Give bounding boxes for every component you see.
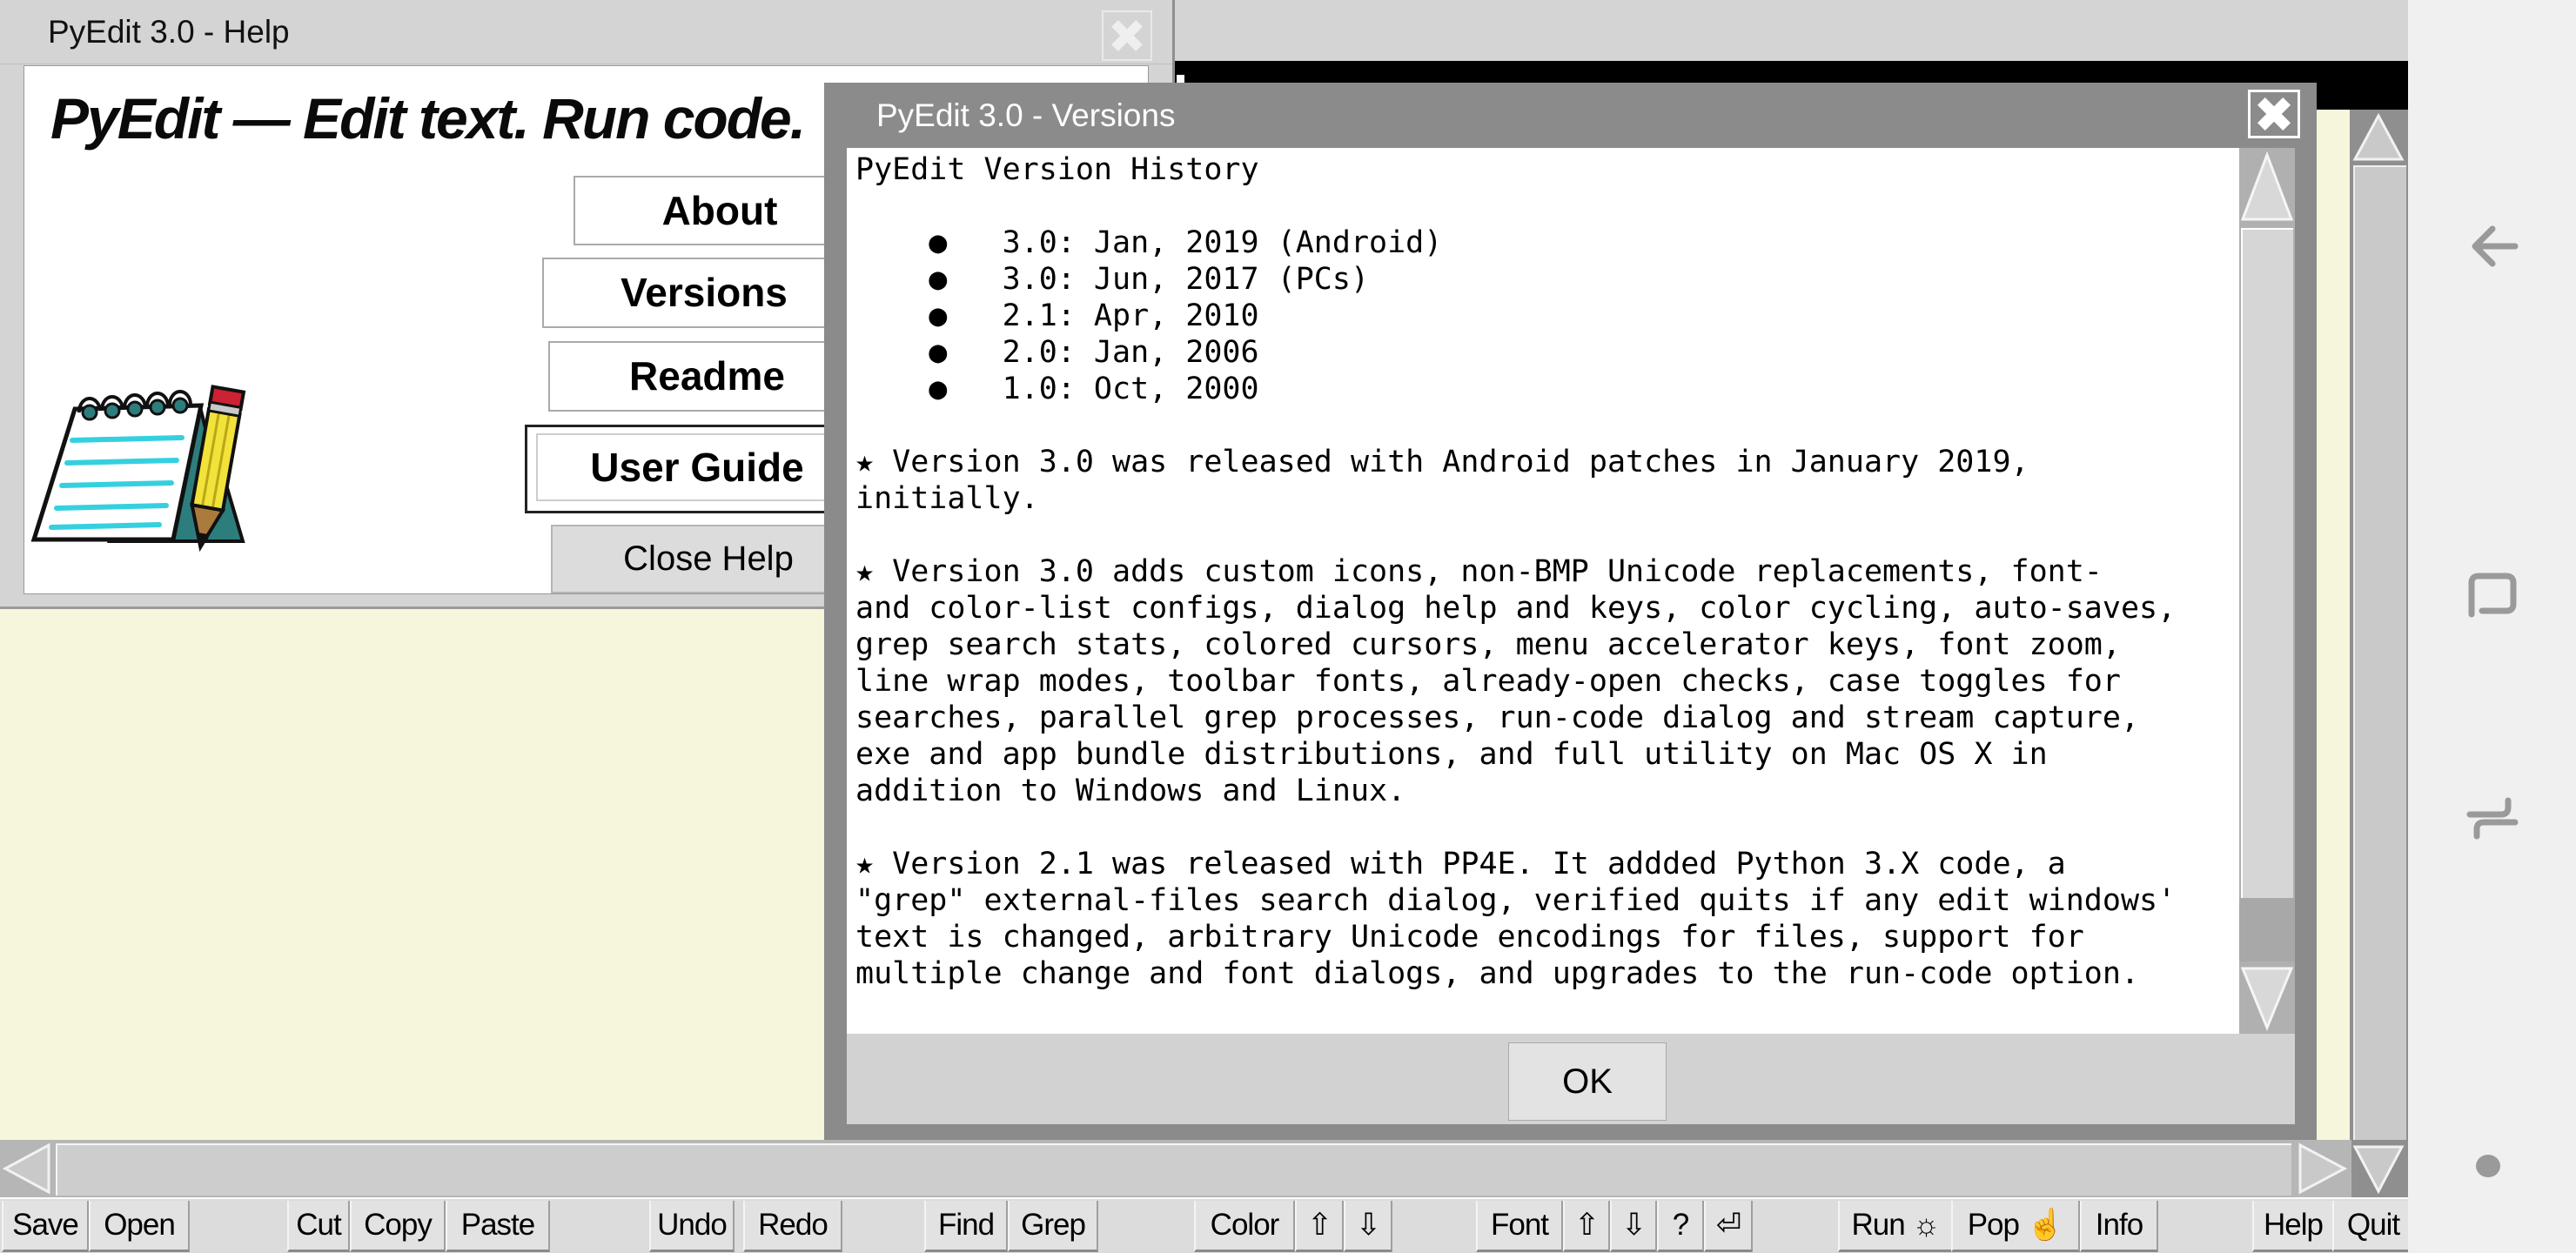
pointing-hand-icon: ☝ <box>2027 1208 2064 1242</box>
close-help-button[interactable]: Close Help <box>551 525 866 593</box>
main-horizontal-scrollbar-thumb[interactable] <box>56 1143 2291 1196</box>
font-help-button[interactable]: ? <box>1657 1201 1704 1252</box>
return-key-icon[interactable]: ⏎ <box>1704 1201 1753 1252</box>
about-button[interactable]: About <box>574 176 866 245</box>
android-screen: Save Open Cut Copy Paste Undo Redo Find … <box>0 0 2576 1253</box>
toolbar-run-button[interactable]: Run ☼ <box>1838 1201 1953 1252</box>
toolbar-paste-button[interactable]: Paste <box>446 1201 550 1252</box>
user-guide-focus-frame: User Guide <box>525 425 869 513</box>
background-window-top-strip <box>1172 0 2408 61</box>
color-up-arrow-icon[interactable]: ⇧ <box>1295 1201 1344 1252</box>
font-up-arrow-icon[interactable]: ⇧ <box>1563 1201 1610 1252</box>
toolbar-undo-button[interactable]: Undo <box>649 1201 735 1252</box>
versions-close-icon[interactable] <box>2248 90 2300 138</box>
keyboard-switch-icon[interactable] <box>2461 792 2524 844</box>
back-arrow-icon[interactable] <box>2463 218 2524 275</box>
versions-text-area: PyEdit Version History ● 3.0: Jan, 2019 … <box>847 148 2295 1034</box>
dialog-scroll-down-arrow-icon[interactable] <box>2239 962 2295 1033</box>
toolbar-redo-button[interactable]: Redo <box>743 1201 842 1252</box>
help-window-title: PyEdit 3.0 - Help <box>48 0 290 64</box>
help-close-icon[interactable] <box>1102 10 1152 61</box>
nav-dot-icon[interactable] <box>2475 1154 2501 1178</box>
toolbar-find-button[interactable]: Find <box>924 1201 1008 1252</box>
toolbar-color-button[interactable]: Color <box>1194 1201 1295 1252</box>
toolbar-help-button[interactable]: Help <box>2252 1201 2334 1252</box>
versions-dialog-title: PyEdit 3.0 - Versions <box>876 83 1175 148</box>
bottom-toolbar: Save Open Cut Copy Paste Undo Redo Find … <box>0 1197 2412 1253</box>
toolbar-save-button[interactable]: Save <box>2 1201 89 1252</box>
toolbar-cut-button[interactable]: Cut <box>287 1201 350 1252</box>
scroll-down-arrow-icon[interactable] <box>2351 1142 2406 1196</box>
versions-text: PyEdit Version History ● 3.0: Jan, 2019 … <box>855 151 2239 992</box>
ok-button[interactable]: OK <box>1508 1042 1667 1121</box>
toolbar-copy-button[interactable]: Copy <box>350 1201 446 1252</box>
toolbar-pop-button[interactable]: Pop ☝ <box>1951 1201 2080 1252</box>
notepad-pencil-icon <box>27 378 253 565</box>
user-guide-button[interactable]: User Guide <box>536 433 858 501</box>
toolbar-font-button[interactable]: Font <box>1476 1201 1563 1252</box>
dialog-vertical-scrollbar[interactable] <box>2239 148 2295 1034</box>
pop-label: Pop <box>1968 1208 2019 1242</box>
toolbar-grep-button[interactable]: Grep <box>1008 1201 1098 1252</box>
gear-icon: ☼ <box>1912 1208 1939 1242</box>
scroll-left-arrow-icon[interactable] <box>0 1142 54 1196</box>
main-vertical-scrollbar-thumb[interactable] <box>2353 165 2406 1140</box>
color-down-arrow-icon[interactable]: ⇩ <box>1344 1201 1392 1252</box>
versions-button[interactable]: Versions <box>542 258 866 328</box>
font-down-arrow-icon[interactable]: ⇩ <box>1610 1201 1657 1252</box>
android-nav-bar <box>2408 0 2576 1253</box>
dialog-scrollbar-trough[interactable] <box>2239 898 2295 962</box>
toolbar-quit-button[interactable]: Quit <box>2332 1201 2414 1252</box>
recents-rect-icon[interactable] <box>2461 569 2524 618</box>
toolbar-info-button[interactable]: Info <box>2080 1201 2158 1252</box>
run-label: Run <box>1851 1208 1904 1242</box>
scroll-right-arrow-icon[interactable] <box>2294 1142 2350 1196</box>
dialog-scroll-up-arrow-icon[interactable] <box>2239 148 2295 226</box>
scroll-up-arrow-icon[interactable] <box>2351 111 2406 164</box>
toolbar-open-button[interactable]: Open <box>89 1201 190 1252</box>
readme-button[interactable]: Readme <box>548 341 866 412</box>
dialog-scrollbar-thumb[interactable] <box>2241 228 2293 898</box>
help-window-titlebar[interactable]: PyEdit 3.0 - Help <box>0 0 1172 64</box>
versions-dialog: PyEdit 3.0 - Versions PyEdit Version His… <box>824 83 2317 1140</box>
help-heading: PyEdit — Edit text. Run code. <box>50 85 804 151</box>
